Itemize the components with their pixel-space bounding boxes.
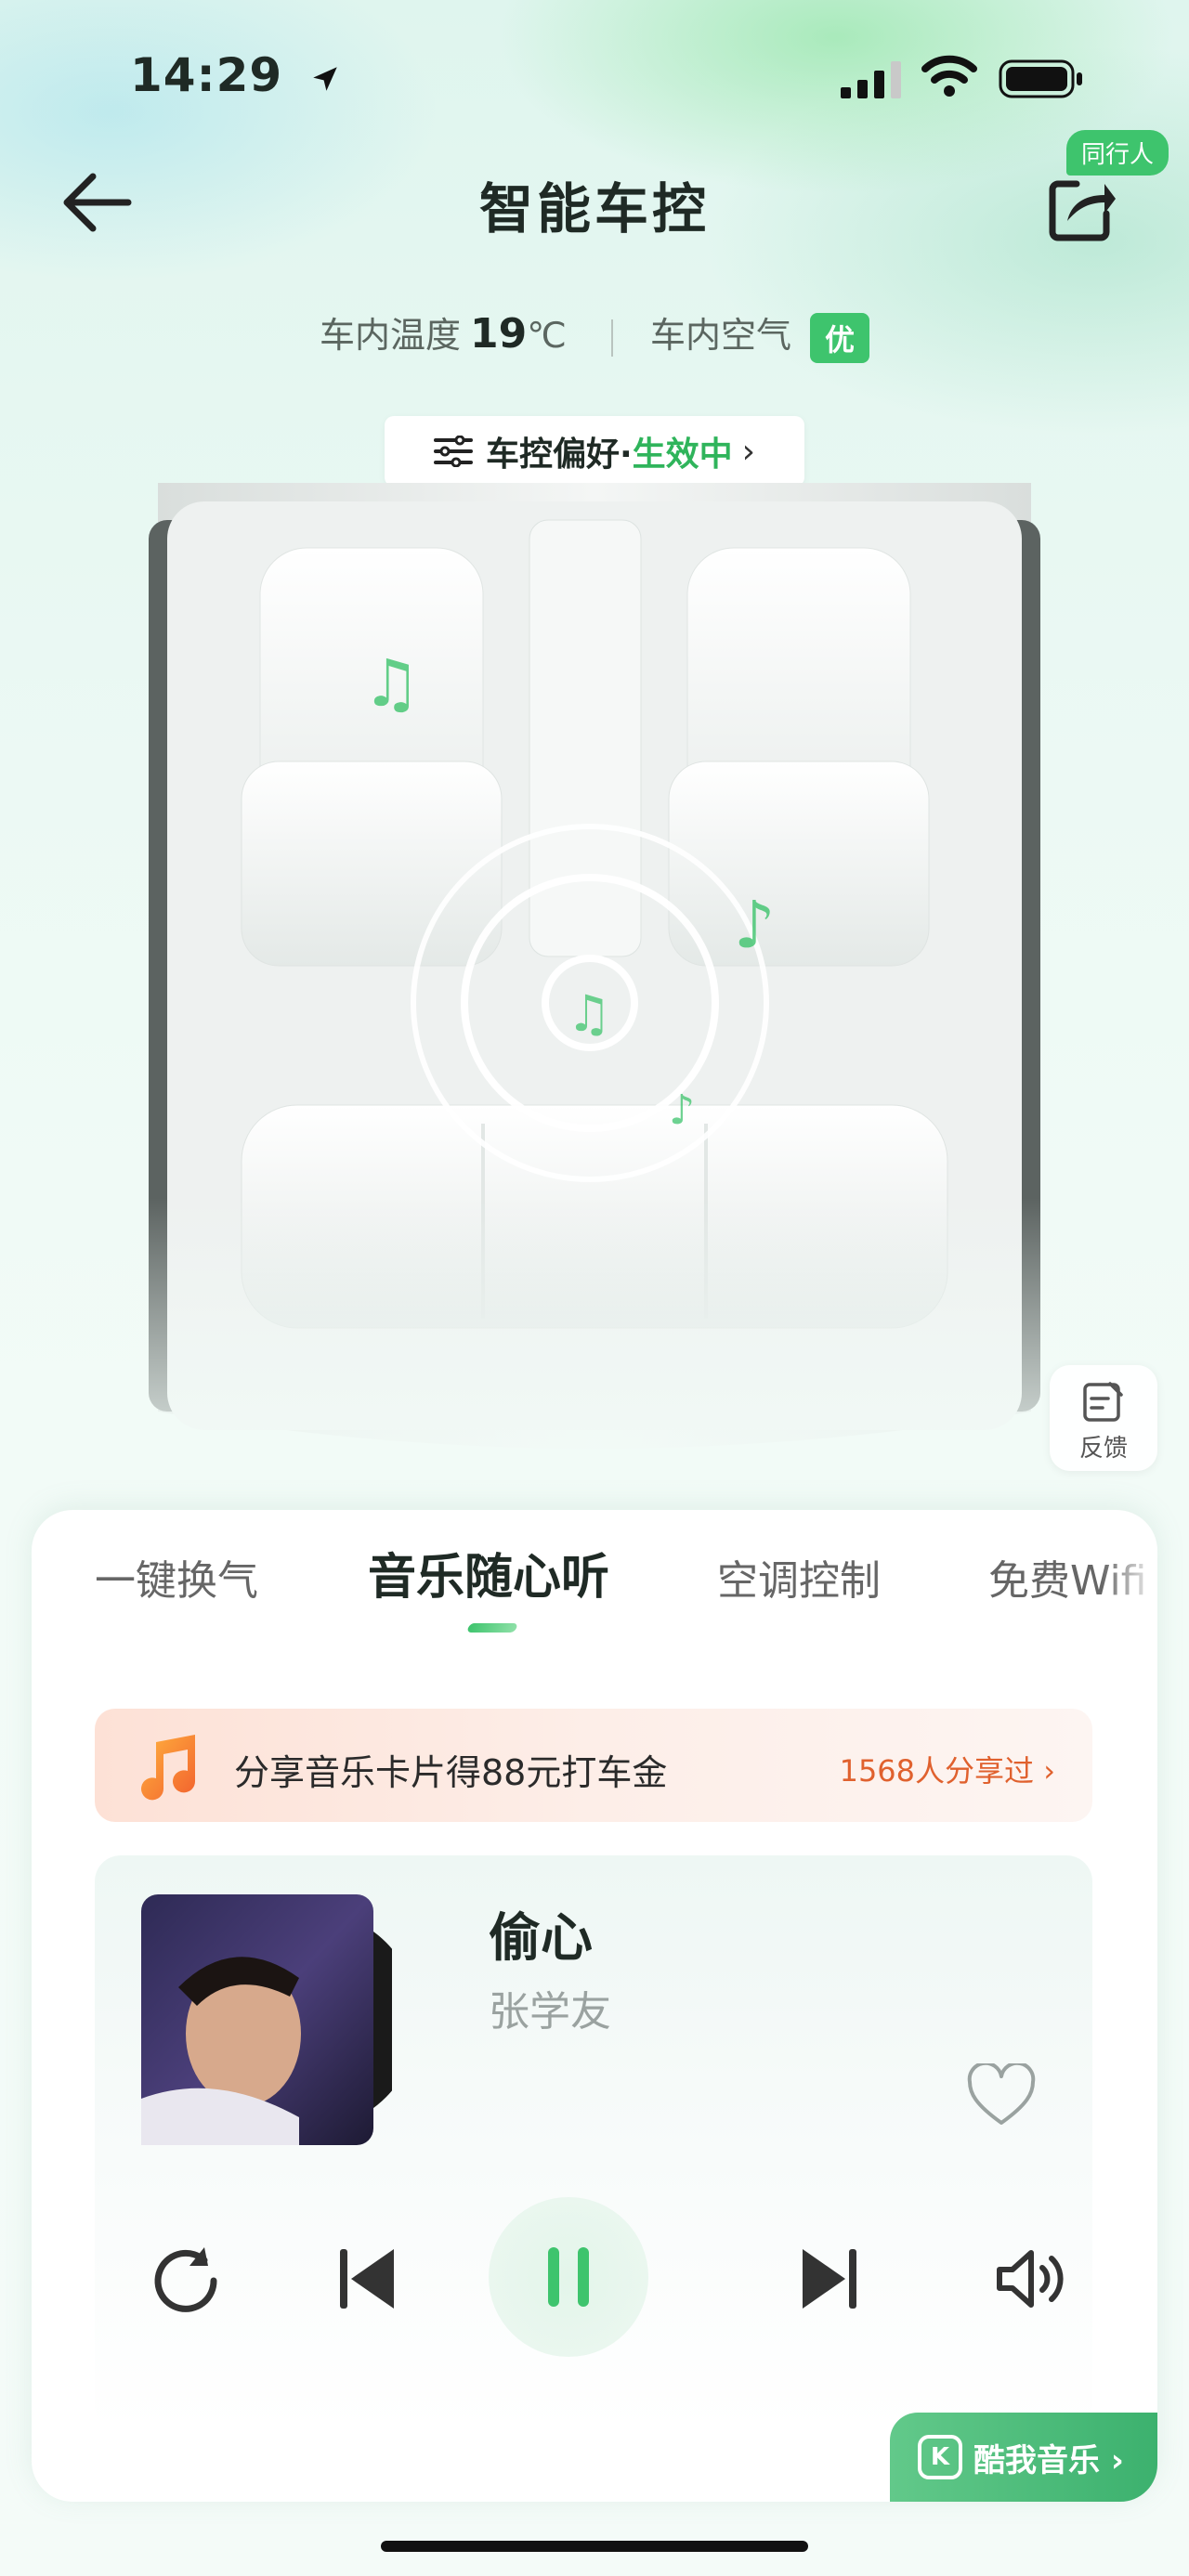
share-promo-banner[interactable]: 分享音乐卡片得88元打车金 1568人分享过 › <box>95 1709 1092 1822</box>
tab-ventilation[interactable]: 一键换气 <box>95 1547 258 1607</box>
preference-status: 生效中 <box>632 436 733 474</box>
skip-previous-icon[interactable] <box>338 2245 398 2312</box>
temp-unit: ℃ <box>527 315 567 356</box>
feature-panel: 一键换气 音乐随心听 空调控制 免费Wifi 分享音乐卡片得88元打车金 156… <box>32 1510 1157 2502</box>
promo-share-count: 1568人分享过 › <box>839 1753 1055 1789</box>
status-time: 14:29 <box>130 48 341 102</box>
page-title: 智能车控 <box>478 177 710 241</box>
kuwo-logo-icon: K <box>918 2435 962 2479</box>
divider <box>610 319 613 357</box>
car-cabin-illustration: ♫ ♪ ♫ ♪ <box>130 483 1059 1504</box>
sliders-icon <box>433 436 473 467</box>
kuwo-music-button[interactable]: K 酷我音乐 › <box>890 2413 1157 2502</box>
control-preference-button[interactable]: 车控偏好· 生效中 › <box>385 416 804 487</box>
volume-icon[interactable] <box>994 2245 1065 2312</box>
cellular-signal-icon <box>841 61 901 98</box>
feedback-label: 反馈 <box>1078 1435 1128 1463</box>
temp-value: 19 <box>470 310 528 358</box>
air-quality-badge: 优 <box>809 312 869 363</box>
song-title: 偷心 <box>489 1908 593 1969</box>
feedback-button[interactable]: 反馈 <box>1050 1365 1157 1471</box>
battery-icon <box>999 59 1082 98</box>
tab-climate[interactable]: 空调控制 <box>717 1547 881 1607</box>
preference-label: 车控偏好· <box>485 436 633 474</box>
album-cover[interactable] <box>141 1894 392 2145</box>
feature-tabs: 一键换气 音乐随心听 空调控制 免费Wifi <box>32 1547 1157 1640</box>
skip-next-icon[interactable] <box>799 2245 858 2312</box>
repeat-icon[interactable] <box>150 2245 229 2316</box>
chevron-right-icon: › <box>741 432 756 471</box>
artist-name: 张学友 <box>489 1988 611 2036</box>
edit-icon <box>1083 1382 1123 1422</box>
location-arrow-icon <box>312 66 337 91</box>
companion-badge[interactable]: 同行人 <box>1066 130 1169 176</box>
home-indicator[interactable] <box>381 2541 808 2552</box>
heart-icon[interactable] <box>966 2063 1037 2128</box>
tab-fade <box>1102 1547 1157 1631</box>
active-tab-indicator <box>466 1623 518 1633</box>
wifi-icon <box>921 55 977 97</box>
pause-icon <box>548 2247 589 2307</box>
music-player-card: 偷心 张学友 <box>95 1855 1092 2431</box>
pause-button[interactable] <box>489 2197 648 2357</box>
cabin-environment: 车内温度 19℃ 车内空气优 <box>0 306 1189 363</box>
kuwo-label: 酷我音乐 › <box>973 2441 1124 2479</box>
promo-text: 分享音乐卡片得88元打车金 <box>234 1752 668 1793</box>
air-label: 车内空气 <box>649 315 791 356</box>
music-note-icon <box>141 1735 196 1801</box>
tab-music[interactable]: 音乐随心听 <box>368 1538 609 1607</box>
share-icon[interactable] <box>1045 167 1117 243</box>
temp-label: 车内温度 <box>320 315 462 356</box>
